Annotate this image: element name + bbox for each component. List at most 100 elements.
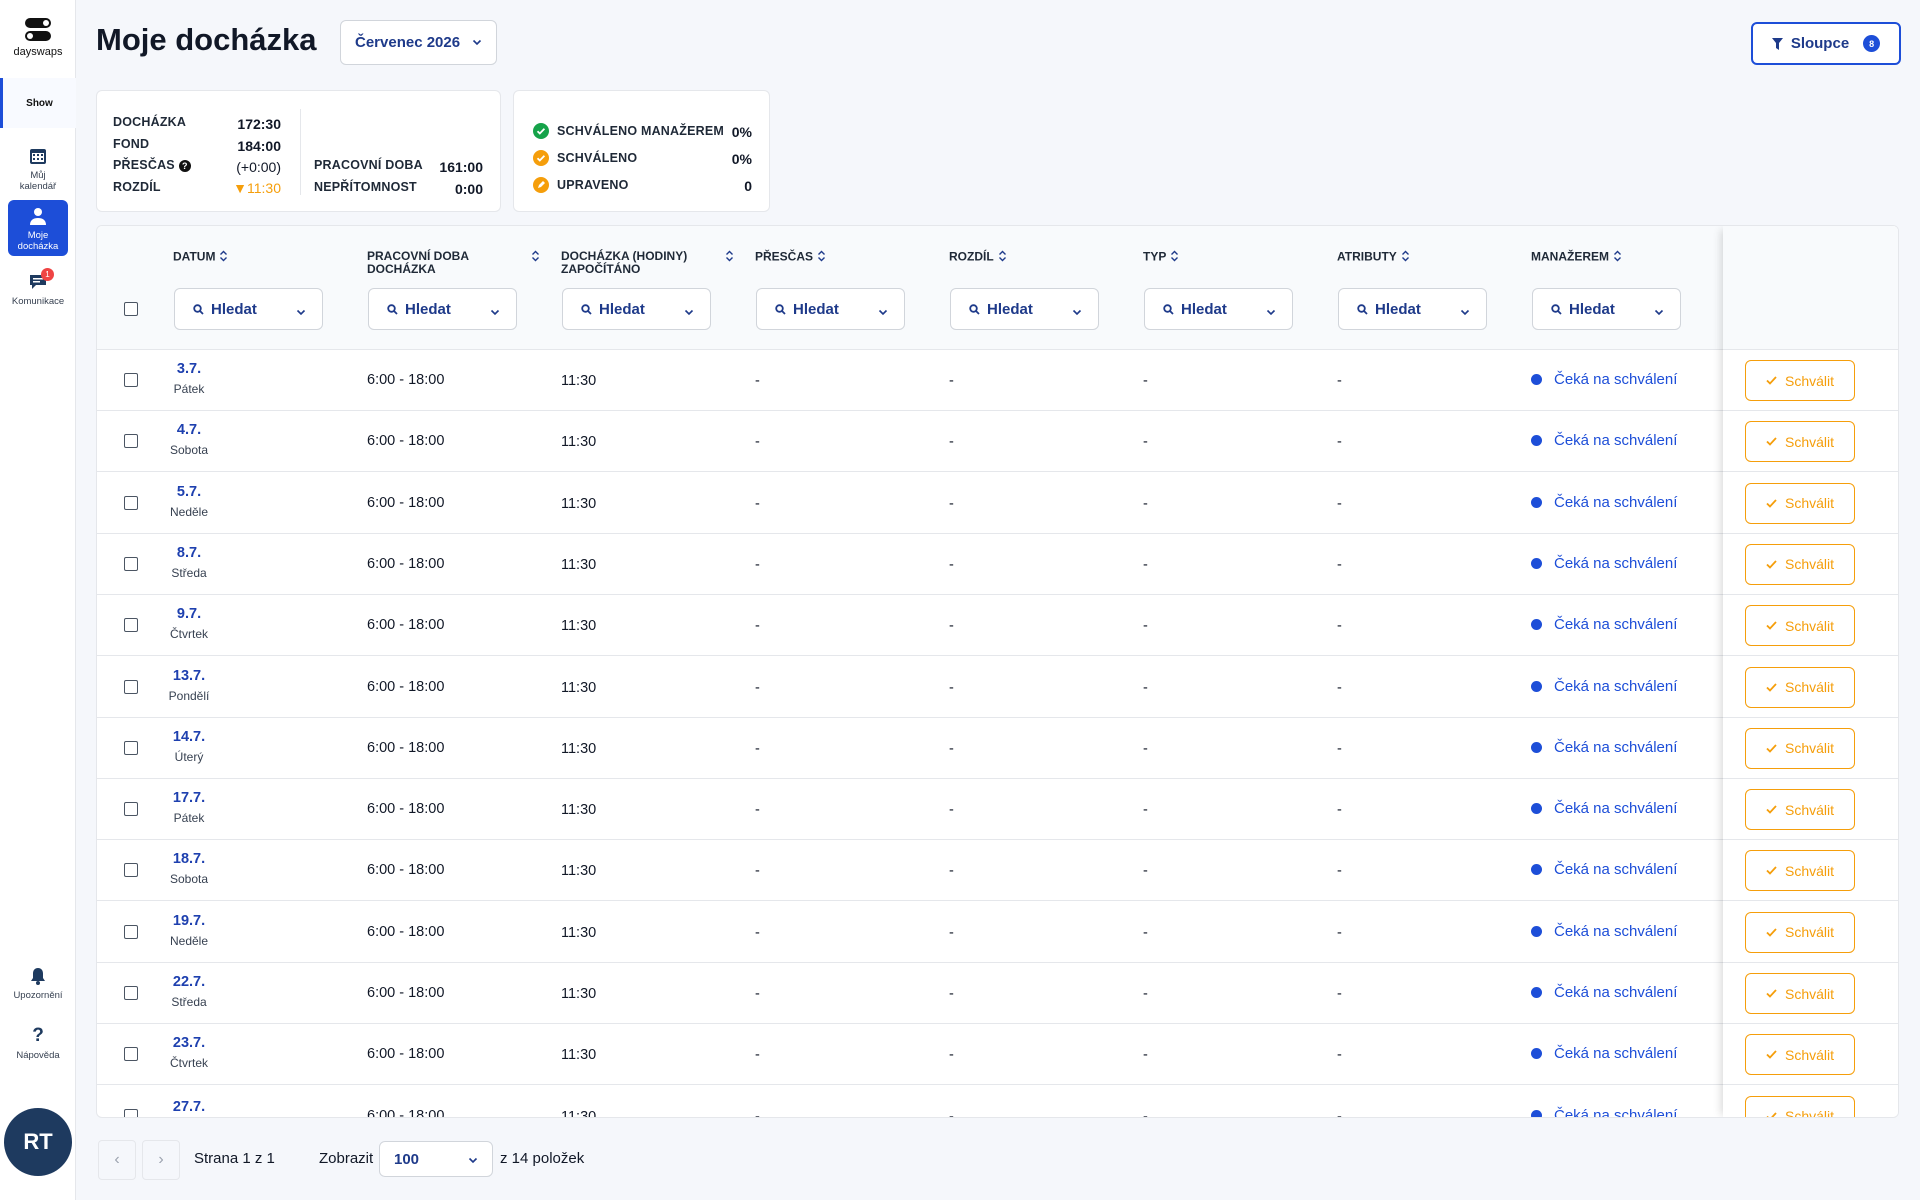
row-date[interactable]: 22.7. xyxy=(164,974,214,990)
table-row[interactable]: 27.7. 6:00 - 18:00 11:30 - - - - Čeká na schvál… xyxy=(97,1086,1723,1117)
status-badge[interactable]: Čeká na schválení xyxy=(1531,678,1677,695)
table-row[interactable]: 3.7. Pátek 6:00 - 18:00 11:30 - - - - Čeká na sc… xyxy=(97,350,1723,411)
table-row[interactable]: 13.7. Pondělí 6:00 - 18:00 11:30 - - - - Čeká na… xyxy=(97,657,1723,718)
table-row[interactable]: 19.7. Neděle 6:00 - 18:00 11:30 - - - - Čeká na … xyxy=(97,902,1723,963)
row-date[interactable]: 17.7. xyxy=(164,790,214,806)
row-date[interactable]: 5.7. xyxy=(164,484,214,500)
status-badge[interactable]: Čeká na schválení xyxy=(1531,800,1677,817)
columns-button[interactable]: Sloupce 8 xyxy=(1751,22,1901,65)
row-date[interactable]: 13.7. xyxy=(164,668,214,684)
status-badge[interactable]: Čeká na schválení xyxy=(1531,923,1677,940)
row-date[interactable]: 14.7. xyxy=(164,729,214,745)
status-badge[interactable]: Čeká na schválení xyxy=(1531,555,1677,572)
column-header[interactable]: TYP xyxy=(1143,250,1313,265)
table-row[interactable]: 5.7. Neděle 6:00 - 18:00 11:30 - - - - Čeká na s… xyxy=(97,473,1723,534)
per-page-select[interactable]: 100 xyxy=(379,1141,493,1177)
column-header[interactable]: PŘESČAS xyxy=(755,250,925,265)
sidebar-item-show[interactable]: Show xyxy=(0,78,76,128)
sidebar-item-help[interactable]: ? Nápověda xyxy=(0,1026,76,1062)
sidebar-item-calendar[interactable]: Můj kalendář xyxy=(0,146,76,192)
approve-button[interactable]: Schválit xyxy=(1745,605,1855,647)
month-select[interactable]: Červenec 2026 xyxy=(340,20,497,65)
column-header[interactable]: ATRIBUTY xyxy=(1337,250,1507,265)
sort-icon[interactable] xyxy=(817,250,826,265)
row-checkbox[interactable] xyxy=(124,802,138,817)
column-filter[interactable]: Hledat xyxy=(1144,288,1293,330)
sort-icon[interactable] xyxy=(1401,250,1410,265)
sidebar-item-communication[interactable]: 1 Komunikace xyxy=(0,268,76,307)
approve-button[interactable]: Schválit xyxy=(1745,973,1855,1014)
row-checkbox[interactable] xyxy=(124,986,138,1000)
row-date[interactable]: 8.7. xyxy=(164,545,214,561)
column-filter[interactable]: Hledat xyxy=(1338,288,1487,330)
select-all-checkbox[interactable] xyxy=(124,302,138,316)
row-date[interactable]: 18.7. xyxy=(164,851,214,867)
row-date[interactable]: 23.7. xyxy=(164,1035,214,1051)
status-badge[interactable]: Čeká na schválení xyxy=(1531,1107,1677,1117)
approve-button[interactable]: Schválit xyxy=(1745,911,1855,953)
sidebar-item-attendance[interactable]: Moje docházka xyxy=(8,200,68,256)
status-badge[interactable]: Čeká na schválení xyxy=(1531,432,1677,449)
approve-button[interactable]: Schválit xyxy=(1745,543,1855,585)
row-checkbox[interactable] xyxy=(124,924,138,939)
row-date[interactable]: 27.7. xyxy=(164,1099,214,1115)
approve-button[interactable]: Schválit xyxy=(1745,482,1855,524)
row-date[interactable]: 19.7. xyxy=(164,913,214,929)
sort-icon[interactable] xyxy=(725,250,734,265)
approve-button[interactable]: Schválit xyxy=(1745,727,1855,769)
approve-button[interactable]: Schválit xyxy=(1745,666,1855,708)
status-badge[interactable]: Čeká na schválení xyxy=(1531,616,1677,633)
row-date[interactable]: 4.7. xyxy=(164,422,214,438)
sidebar-item-notifications[interactable]: Upozornění xyxy=(0,966,76,1001)
row-checkbox[interactable] xyxy=(124,740,138,755)
row-date[interactable]: 3.7. xyxy=(164,361,214,377)
table-row[interactable]: 9.7. Čtvrtek 6:00 - 18:00 11:30 - - - - Čeká na … xyxy=(97,595,1723,657)
approve-button[interactable]: Schválit xyxy=(1745,1095,1855,1117)
approve-button[interactable]: Schválit xyxy=(1745,789,1855,831)
sort-icon[interactable] xyxy=(531,250,540,265)
column-filter[interactable]: Hledat xyxy=(1532,288,1681,330)
avatar[interactable]: RT xyxy=(4,1108,72,1176)
status-badge[interactable]: Čeká na schválení xyxy=(1531,371,1677,388)
column-header[interactable]: PRACOVNÍ DOBA DOCHÁZKA xyxy=(367,250,540,276)
table-row[interactable]: 14.7. Úterý 6:00 - 18:00 11:30 - - - - Čeká na s… xyxy=(97,718,1723,779)
prev-page-button[interactable]: ‹ xyxy=(98,1140,136,1180)
table-row[interactable]: 23.7. Čtvrtek 6:00 - 18:00 11:30 - - - - Čeká na… xyxy=(97,1024,1723,1086)
column-filter[interactable]: Hledat xyxy=(562,288,711,330)
column-filter[interactable]: Hledat xyxy=(174,288,323,330)
column-header[interactable]: MANAŽEREM xyxy=(1531,250,1701,265)
row-checkbox[interactable] xyxy=(124,1047,138,1062)
row-checkbox[interactable] xyxy=(124,618,138,633)
row-checkbox[interactable] xyxy=(124,495,138,510)
status-badge[interactable]: Čeká na schválení xyxy=(1531,739,1677,756)
row-checkbox[interactable] xyxy=(124,863,138,878)
help-icon[interactable]: ? xyxy=(178,159,191,172)
column-header[interactable]: ROZDÍL xyxy=(949,250,1119,265)
sort-icon[interactable] xyxy=(1613,250,1622,265)
status-badge[interactable]: Čeká na schválení xyxy=(1531,984,1677,1001)
column-filter[interactable]: Hledat xyxy=(756,288,905,330)
row-checkbox[interactable] xyxy=(124,373,138,387)
row-date[interactable]: 9.7. xyxy=(164,606,214,622)
sort-icon[interactable] xyxy=(998,250,1007,265)
table-row[interactable]: 18.7. Sobota 6:00 - 18:00 11:30 - - - - Čeká na … xyxy=(97,840,1723,902)
row-checkbox[interactable] xyxy=(124,434,138,449)
table-row[interactable]: 8.7. Středa 6:00 - 18:00 11:30 - - - - Čeká na s… xyxy=(97,534,1723,595)
approve-button[interactable]: Schválit xyxy=(1745,1034,1855,1076)
approve-button[interactable]: Schválit xyxy=(1745,850,1855,892)
status-badge[interactable]: Čeká na schválení xyxy=(1531,861,1677,878)
table-row[interactable]: 4.7. Sobota 6:00 - 18:00 11:30 - - - - Čeká na s… xyxy=(97,411,1723,473)
table-row[interactable]: 17.7. Pátek 6:00 - 18:00 11:30 - - - - Čeká na s… xyxy=(97,779,1723,841)
column-header[interactable]: DOCHÁZKA (HODINY) ZAPOČÍTÁNO xyxy=(561,250,734,276)
column-filter[interactable]: Hledat xyxy=(368,288,517,330)
row-checkbox[interactable] xyxy=(124,679,138,694)
sort-icon[interactable] xyxy=(219,250,228,265)
status-badge[interactable]: Čeká na schválení xyxy=(1531,1045,1677,1062)
status-badge[interactable]: Čeká na schválení xyxy=(1531,494,1677,511)
table-row[interactable]: 22.7. Středa 6:00 - 18:00 11:30 - - - - Čeká na … xyxy=(97,963,1723,1024)
row-checkbox[interactable] xyxy=(124,1108,138,1117)
approve-button[interactable]: Schválit xyxy=(1745,360,1855,401)
row-checkbox[interactable] xyxy=(124,556,138,571)
logo[interactable]: dayswaps xyxy=(0,18,76,58)
sort-icon[interactable] xyxy=(1170,250,1179,265)
